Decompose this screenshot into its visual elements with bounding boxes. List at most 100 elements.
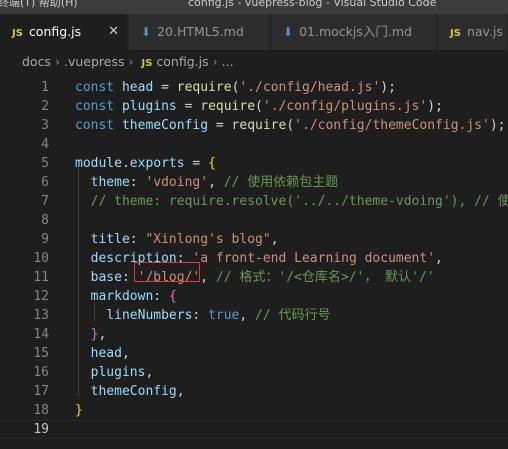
code-text: } — [75, 401, 83, 420]
code-token: plugins — [121, 99, 177, 114]
code-text: const themeConfig = require('./config/th… — [75, 116, 506, 135]
code-line[interactable]: 16 plugins, — [0, 363, 508, 382]
code-token: 'a front-end Learning document' — [192, 251, 436, 266]
line-number: 13 — [33, 308, 49, 323]
code-line[interactable]: 6 theme: 'vdoing', // 使用依赖包主题 — [0, 173, 508, 192]
code-text: const plugins = require('./config/plugin… — [75, 97, 443, 116]
code-token: = — [153, 80, 177, 95]
code-editor[interactable]: 1 const head = require('./config/head.js'… — [0, 74, 508, 449]
code-token: exports — [129, 156, 185, 171]
tab-label: config.js — [28, 24, 82, 39]
close-icon[interactable]: ✕ — [108, 14, 119, 50]
code-token: // theme: require.resolve('../../theme-v… — [90, 194, 508, 209]
javascript-file-icon: JS — [450, 28, 461, 39]
code-text: head, — [75, 344, 130, 363]
code-line[interactable]: 9 title: "Xinlong's blog", — [0, 230, 508, 249]
code-line[interactable]: 13 lineNumbers: true, // 代码行号 — [0, 306, 508, 325]
code-token: = — [208, 118, 232, 133]
code-token: ); — [380, 80, 396, 95]
code-text: lineNumbers: true, // 代码行号 — [75, 306, 331, 325]
line-number: 6 — [41, 175, 49, 190]
code-token: require — [176, 80, 232, 95]
line-number: 7 — [41, 194, 49, 209]
tab-html5-md[interactable]: ⬇ 20.HTML5.md — [129, 14, 270, 50]
code-token: head — [121, 80, 154, 95]
code-text: base: '/blog/', // 格式：'/<仓库名>/'， 默认'/' — [75, 268, 435, 287]
code-token: ( — [286, 118, 295, 133]
code-token: const — [75, 118, 122, 133]
code-token: base — [90, 270, 122, 285]
line-number: 16 — [33, 365, 49, 380]
chevron-right-icon: › — [128, 54, 134, 69]
code-line[interactable]: 8 — [0, 211, 508, 230]
code-line[interactable]: 2 const plugins = require('./config/plugi… — [0, 97, 508, 116]
line-number: 3 — [41, 118, 49, 133]
code-text: themeConfig, — [75, 382, 185, 401]
code-token: head — [90, 346, 122, 361]
code-token: require — [200, 99, 256, 114]
code-token: ( — [255, 99, 263, 114]
code-line[interactable]: 5 module.exports = { — [0, 154, 508, 173]
code-line[interactable]: 15 head, — [0, 344, 508, 363]
code-token: . — [121, 156, 130, 171]
code-line[interactable]: 18} — [0, 401, 508, 420]
line-number: 18 — [33, 403, 49, 418]
line-number: 15 — [33, 346, 49, 361]
code-token: './config/head.js' — [239, 80, 381, 95]
code-token: : — [129, 175, 146, 190]
breadcrumb-item-docs[interactable]: docs — [22, 54, 51, 69]
code-line[interactable]: 14 }, — [0, 325, 508, 344]
code-line[interactable]: 11 base: '/blog/', // 格式：'/<仓库名>/'， 默认'/… — [0, 268, 508, 287]
tab-label: nav.js — [466, 24, 503, 39]
menu-bar[interactable]: 终端(T) 帮助(H) — [0, 0, 78, 9]
code-token: , — [145, 365, 154, 380]
code-token: = — [176, 99, 201, 114]
line-number: 4 — [41, 137, 49, 152]
code-token: , — [98, 327, 107, 342]
code-token: : — [192, 308, 209, 323]
code-line[interactable]: 4 — [0, 135, 508, 154]
code-token: plugins — [90, 365, 146, 380]
code-line[interactable]: 3 const themeConfig = require('./config/t… — [0, 116, 508, 135]
code-token: ); — [427, 99, 443, 114]
tab-config-js[interactable]: JS config.js ✕ — [0, 14, 128, 50]
line-number: 17 — [33, 384, 49, 399]
breadcrumb: docs › .vuepress › JS config.js ›... — [0, 50, 508, 74]
code-text: const head = require('./config/head.js')… — [75, 78, 396, 97]
editor-tab-bar: JS config.js ✕ ⬇ 20.HTML5.md ⬇ 01.mockjs入门.… — [0, 14, 508, 50]
code-token: // 代码行号 — [255, 308, 331, 323]
code-line[interactable]: 7 // theme: require.resolve('../../theme… — [0, 192, 508, 211]
line-number: 5 — [41, 156, 49, 171]
code-token: themeConfig — [121, 118, 209, 133]
code-token: , — [435, 251, 443, 266]
code-token: , — [208, 175, 224, 190]
line-number: 19 — [33, 422, 49, 437]
code-token: require — [231, 118, 287, 133]
breadcrumb-item-vuepress[interactable]: .vuepress — [64, 54, 125, 69]
breadcrumb-item-config-js[interactable]: config.js — [156, 54, 208, 69]
code-token: , — [200, 270, 216, 285]
line-number: 14 — [33, 327, 49, 342]
code-line[interactable]: 17 themeConfig, — [0, 382, 508, 401]
line-number: 12 — [33, 289, 49, 304]
code-text: }, — [75, 325, 107, 344]
line-number: 9 — [41, 232, 49, 247]
tab-mockjs-md[interactable]: ⬇ 01.mockjs入门.md — [271, 14, 437, 50]
code-line[interactable]: 1 const head = require('./config/head.js'… — [0, 78, 508, 97]
line-number: 10 — [33, 251, 49, 266]
chevron-right-icon: › — [212, 54, 218, 69]
code-text: description: 'a front-end Learning docum… — [75, 249, 443, 268]
code-token: './config/plugins.js' — [262, 99, 428, 114]
breadcrumb-item-symbols[interactable]: ... — [222, 54, 234, 69]
code-line[interactable]: 19 — [0, 420, 508, 439]
code-line[interactable]: 10 description: 'a front-end Learning do… — [0, 249, 508, 268]
code-token: , — [239, 308, 256, 323]
code-text: plugins, — [75, 363, 154, 382]
code-line[interactable]: 12 markdown: { — [0, 287, 508, 306]
tab-nav-js[interactable]: JS nav.js — [438, 14, 508, 50]
